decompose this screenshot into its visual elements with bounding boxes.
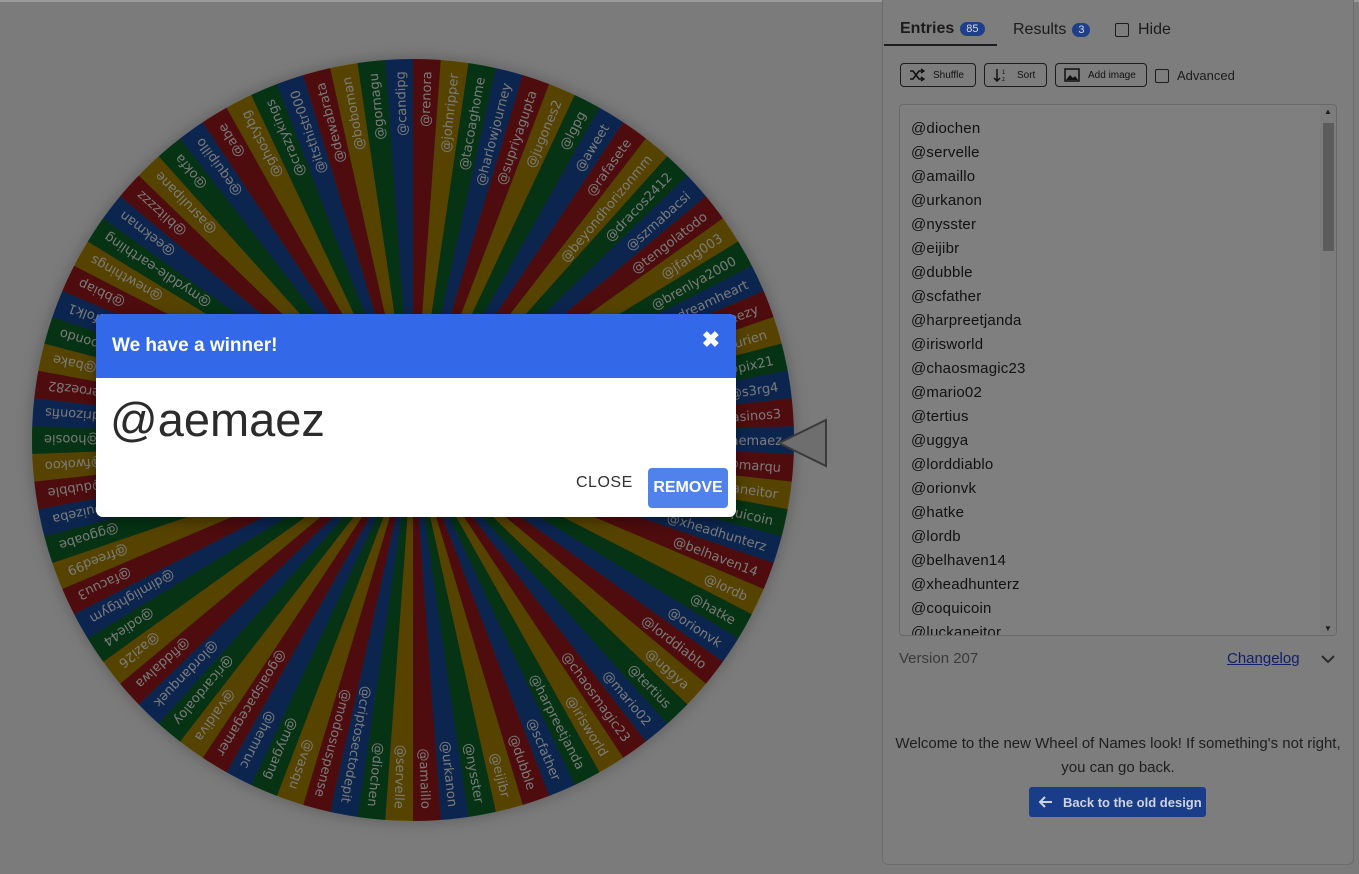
results-count-badge: 3 <box>1072 23 1091 37</box>
entries-list: @diochen @servelle @amaillo @urkanon @nysste… <box>900 105 1336 636</box>
entry-item: @amaillo <box>911 168 976 185</box>
close-icon[interactable]: ✖ <box>702 327 720 353</box>
svg-text:z: z <box>1002 77 1005 82</box>
entry-item: @scfather <box>911 288 982 305</box>
entry-item: @servelle <box>911 144 980 161</box>
close-button[interactable]: CLOSE <box>576 474 633 492</box>
scroll-thumb[interactable] <box>1323 123 1334 251</box>
entry-item: @dubble <box>911 264 973 281</box>
version-text: Version 207 <box>899 650 979 667</box>
changelog-link[interactable]: Changelog <box>1227 650 1300 667</box>
dialog-title: We have a winner! <box>112 335 278 356</box>
entries-textarea[interactable]: @diochen @servelle @amaillo @urkanon @nysste… <box>899 104 1337 636</box>
entry-item: @diochen <box>911 120 981 137</box>
entry-item: @urkanon <box>911 192 983 209</box>
add-image-label: Add image <box>1088 69 1136 81</box>
advanced-toggle[interactable]: Advanced <box>1155 68 1235 83</box>
back-to-old-design-button[interactable]: Back to the old design <box>1029 787 1206 817</box>
advanced-label: Advanced <box>1177 68 1235 83</box>
entry-item: @luckaneitor <box>911 624 1002 636</box>
chevron-down-icon[interactable] <box>1319 650 1337 668</box>
tab-results-label: Results <box>1013 21 1067 38</box>
shuffle-icon <box>910 68 925 82</box>
entries-count-badge: 85 <box>960 22 985 36</box>
sort-button[interactable]: 1z Sort <box>984 63 1047 87</box>
shuffle-label: Shuffle <box>933 69 964 81</box>
entry-item: @hatke <box>911 504 965 521</box>
winner-dialog: We have a winner! ✖ @aemaez CLOSE REMOVE <box>96 314 736 517</box>
shuffle-button[interactable]: Shuffle <box>900 63 976 87</box>
sort-label: Sort <box>1017 69 1036 81</box>
entry-item: @mario02 <box>911 384 983 401</box>
scroll-down-icon[interactable]: ▼ <box>1324 624 1332 633</box>
entries-scrollbar[interactable]: ▲ ▼ <box>1320 105 1336 635</box>
entry-item: @tertius <box>911 408 969 425</box>
entry-item: @orionvk <box>911 480 977 497</box>
winner-name: @aemaez <box>110 393 325 446</box>
scroll-up-icon[interactable]: ▲ <box>1324 107 1332 116</box>
sidebar-panel: Entries 85 Results 3 Hide Shuffle 1z Sor… <box>882 0 1354 865</box>
welcome-message: Welcome to the new Wheel of Names look! … <box>895 735 1341 776</box>
back-button-label: Back to the old design <box>1063 794 1202 810</box>
advanced-checkbox[interactable] <box>1155 68 1169 83</box>
arrow-left-icon <box>1038 796 1052 808</box>
hide-checkbox[interactable] <box>1115 23 1129 37</box>
tab-entries[interactable]: Entries 85 <box>884 14 997 46</box>
hide-label: Hide <box>1138 21 1171 38</box>
entry-item: @belhaven14 <box>911 552 1006 569</box>
tab-results[interactable]: Results 3 <box>1013 14 1091 46</box>
hide-toggle[interactable]: Hide <box>1115 14 1171 46</box>
svg-text:1: 1 <box>1002 70 1006 76</box>
entry-item: @coquicoin <box>911 600 992 617</box>
entry-item: @uggya <box>911 432 969 449</box>
sort-icon: 1z <box>993 69 1006 82</box>
image-icon <box>1064 68 1080 82</box>
tab-entries-label: Entries <box>900 20 955 37</box>
tab-bar: Entries 85 Results 3 Hide <box>883 14 1353 46</box>
entry-item: @irisworld <box>911 336 984 353</box>
entry-item: @chaosmagic23 <box>911 360 1026 377</box>
dialog-header: We have a winner! ✖ <box>96 314 736 378</box>
entry-item: @harpreetjanda <box>911 312 1022 329</box>
wheel-pointer-icon <box>776 418 827 468</box>
entry-item: @xheadhunterz <box>911 576 1020 593</box>
entry-item: @nysster <box>911 216 977 233</box>
remove-button[interactable]: REMOVE <box>648 468 728 508</box>
add-image-button[interactable]: Add image <box>1055 63 1147 87</box>
entry-item: @eijibr <box>911 240 960 257</box>
entry-item: @lordb <box>911 528 961 545</box>
entry-item: @lorddiablo <box>911 456 994 473</box>
